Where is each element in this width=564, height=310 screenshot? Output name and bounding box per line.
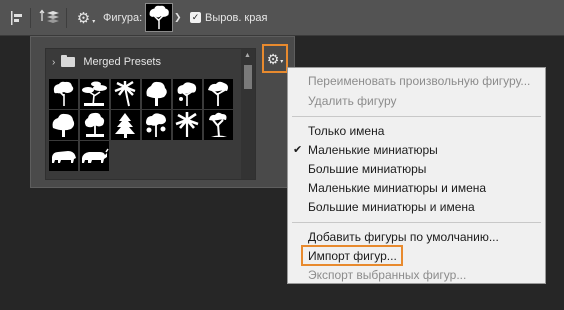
menu-item-export-shapes[interactable]: Экспорт выбранных фигур... xyxy=(288,266,545,285)
menu-item-large-list[interactable]: Большие миниатюры и имена xyxy=(288,198,545,217)
shape-thumbnail[interactable] xyxy=(111,79,140,109)
align-icon[interactable] xyxy=(8,9,26,27)
figure-label: Фигура: xyxy=(103,12,143,24)
shape-thumbnail[interactable] xyxy=(142,79,171,109)
shape-thumbnail[interactable] xyxy=(80,79,109,109)
dropdown-arrow-icon: ▾ xyxy=(280,59,284,65)
shape-thumbnail[interactable] xyxy=(204,110,233,140)
menu-item-rename-shape[interactable]: Переименовать произвольную фигуру... xyxy=(288,72,545,91)
chevron-down-icon[interactable]: ❯ xyxy=(174,12,182,23)
folder-label: Merged Presets xyxy=(83,56,161,68)
picker-settings-button[interactable]: ⚙ ▾ xyxy=(262,44,288,73)
folder-icon xyxy=(61,55,76,67)
scrollbar[interactable]: ▲ xyxy=(241,49,255,179)
antialias-checkbox[interactable]: ✓ xyxy=(190,12,201,23)
antialias-label: Выров. края xyxy=(205,12,268,24)
menu-divider xyxy=(292,222,541,223)
menu-item-large-thumbnails[interactable]: Большие миниатюры xyxy=(288,160,545,179)
shape-list: › Merged Presets ▲ xyxy=(45,48,256,180)
shape-thumbnail[interactable] xyxy=(80,141,109,171)
highlight-box xyxy=(301,245,403,266)
shape-thumbnail[interactable] xyxy=(173,110,202,140)
gear-icon[interactable]: ⚙ ▾ xyxy=(74,9,98,27)
divider xyxy=(66,8,67,28)
shape-thumbnail[interactable] xyxy=(49,79,78,109)
stack-arrange-icon[interactable] xyxy=(38,9,60,27)
scroll-up-icon[interactable]: ▲ xyxy=(244,52,251,59)
menu-item-small-thumbnails[interactable]: ✔ Маленькие миниатюры xyxy=(288,141,545,160)
scrollbar-thumb[interactable] xyxy=(244,65,252,89)
menu-item-small-list[interactable]: Маленькие миниатюры и имена xyxy=(288,179,545,198)
menu-item-text-only[interactable]: Только имена xyxy=(288,122,545,141)
gear-icon: ⚙ xyxy=(266,50,280,67)
current-shape-thumbnail[interactable] xyxy=(145,3,173,32)
shape-thumbnail[interactable] xyxy=(49,141,78,171)
shape-picker-menu: Переименовать произвольную фигуру... Уда… xyxy=(287,67,546,284)
shape-thumbnail[interactable] xyxy=(80,110,109,140)
options-bar: ⚙ ▾ Фигура: ❯ ✓ Выров. края xyxy=(0,0,564,36)
shape-thumbnail[interactable] xyxy=(173,79,202,109)
menu-item-delete-shape[interactable]: Удалить фигуру xyxy=(288,92,545,111)
divider xyxy=(30,8,31,28)
shape-thumbnail[interactable] xyxy=(204,79,233,109)
checkmark-icon: ✔ xyxy=(293,144,303,156)
preset-folder[interactable]: › Merged Presets xyxy=(46,53,236,71)
shape-thumbnail[interactable] xyxy=(49,110,78,140)
chevron-right-icon[interactable]: › xyxy=(52,57,55,68)
shape-thumbnail[interactable] xyxy=(142,110,171,140)
menu-divider xyxy=(292,116,541,117)
shape-picker-panel: › Merged Presets ▲ xyxy=(30,36,295,188)
shape-thumbnail[interactable] xyxy=(111,110,140,140)
